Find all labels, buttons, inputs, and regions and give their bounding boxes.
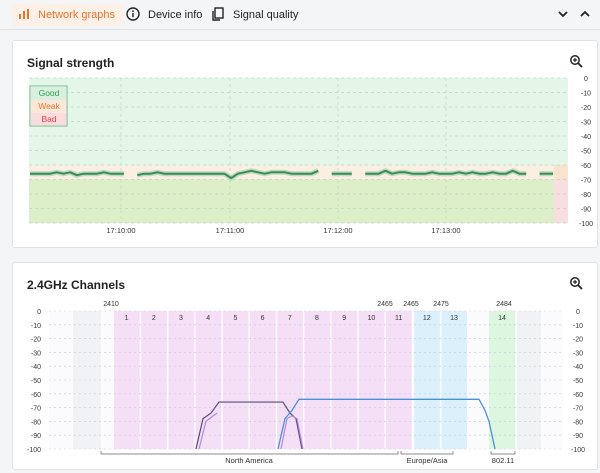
channel-label: 10 bbox=[368, 315, 376, 322]
channels-chart: 0 0 -10 -10 -20 -20 -30 -30 -40 -40 -50 -50 -60 -60 -7… bbox=[27, 301, 585, 465]
y-tick-label-right: -100 bbox=[571, 447, 585, 454]
x-tick-label: 17:10:00 bbox=[106, 226, 135, 235]
channel-label: 1 bbox=[125, 315, 129, 322]
y-tick-label-right: -60 bbox=[573, 392, 583, 399]
info-icon bbox=[126, 6, 140, 24]
europe-asia-column bbox=[414, 311, 440, 449]
channel-label: 5 bbox=[233, 315, 237, 322]
y-tick-label-left: -30 bbox=[31, 350, 41, 357]
y-tick-label: -80 bbox=[581, 192, 591, 199]
channel-label: 12 bbox=[423, 315, 431, 322]
y-tick-label: -70 bbox=[581, 178, 591, 185]
legend-good: Good bbox=[39, 88, 60, 98]
y-tick-label-right: -10 bbox=[573, 323, 583, 330]
bad-band-end bbox=[554, 179, 568, 223]
y-tick-label-left: -50 bbox=[31, 378, 41, 385]
tab-label: Signal quality bbox=[233, 9, 299, 21]
signal-strength-chart: 0 -10 -20 -30 -40 -50 -60 -70 -80 -90 -100 17:10:00… bbox=[29, 76, 593, 235]
frequency-label: 2465 bbox=[377, 301, 393, 308]
x-tick-label: 17:13:00 bbox=[431, 226, 460, 235]
channel-label: 8 bbox=[315, 315, 319, 322]
tab-device-info[interactable]: Device info bbox=[126, 4, 202, 26]
y-tick-label-right: -90 bbox=[573, 433, 583, 440]
y-tick-label: -20 bbox=[581, 105, 591, 112]
weak-band-end bbox=[554, 165, 568, 180]
region-bracket-europe-asia bbox=[400, 451, 454, 455]
y-tick-label: -50 bbox=[581, 149, 591, 156]
y-tick-label-right: -50 bbox=[573, 378, 583, 385]
y-tick-label-left: -80 bbox=[31, 419, 41, 426]
channel-label: 7 bbox=[288, 315, 292, 322]
legend-bad: Bad bbox=[41, 114, 56, 124]
channel-label: 6 bbox=[261, 315, 265, 322]
y-tick-label-right: -70 bbox=[573, 406, 583, 413]
region-bracket-802-11 bbox=[490, 451, 516, 455]
channel-14-column bbox=[489, 311, 515, 449]
tab-label: Device info bbox=[148, 9, 203, 21]
channel-label: 4 bbox=[206, 315, 210, 322]
y-tick-label-left: -40 bbox=[31, 364, 41, 371]
bar-chart-icon bbox=[18, 8, 30, 23]
region-label: North America bbox=[225, 456, 273, 465]
tab-network-graphs[interactable]: Network graphs bbox=[12, 4, 124, 26]
channels-card: 2.4GHz Channels 0 0 -10 -10 -20 -20 -30 -30 -40-… bbox=[12, 262, 598, 470]
chevron-down-icon[interactable] bbox=[556, 7, 570, 21]
y-tick-label: -60 bbox=[581, 163, 591, 170]
y-tick-label: 0 bbox=[584, 76, 588, 83]
y-tick-label: -30 bbox=[581, 120, 591, 127]
y-tick-label: -10 bbox=[581, 91, 591, 98]
channel-label: 9 bbox=[342, 315, 346, 322]
frequency-label: 2465 bbox=[403, 301, 419, 308]
document-icon bbox=[212, 6, 225, 24]
y-tick-label-right: -40 bbox=[573, 364, 583, 371]
north-america-column bbox=[304, 311, 331, 449]
x-tick-label: 17:11:00 bbox=[216, 226, 245, 235]
y-tick-label-left: -20 bbox=[31, 337, 41, 344]
x-tick-label: 17:12:00 bbox=[323, 226, 352, 235]
y-tick-label-left: -10 bbox=[31, 323, 41, 330]
y-tick-label-left: -90 bbox=[31, 433, 41, 440]
chevron-up-icon[interactable] bbox=[578, 7, 592, 21]
tab-signal-quality[interactable]: Signal quality bbox=[212, 4, 298, 26]
region-label: Europe/Asia bbox=[407, 456, 449, 465]
column-bg bbox=[73, 311, 101, 449]
channel-label: 2 bbox=[152, 315, 156, 322]
frequency-label: 2475 bbox=[433, 301, 449, 308]
channel-label: 3 bbox=[179, 315, 183, 322]
y-tick-label-right: -80 bbox=[573, 419, 583, 426]
y-tick-label: -100 bbox=[579, 221, 593, 228]
y-tick-label-left: -70 bbox=[31, 406, 41, 413]
y-tick-label-right: -30 bbox=[573, 350, 583, 357]
y-tick-label-left: -100 bbox=[27, 447, 41, 454]
tab-label: Network graphs bbox=[38, 9, 116, 21]
y-tick-label: -90 bbox=[581, 207, 591, 214]
region-bracket-north-america bbox=[100, 451, 399, 455]
region-label: 802.11 bbox=[492, 456, 514, 465]
bad-band bbox=[29, 179, 568, 223]
y-tick-label-left: -60 bbox=[31, 392, 41, 399]
signal-strength-card: Signal strength 0 -10 -20 -30 -40 -50 -60 -70 -8… bbox=[12, 40, 598, 248]
frequency-label: 2484 bbox=[496, 301, 512, 308]
y-tick-label-right: -20 bbox=[573, 337, 583, 344]
channel-label: 14 bbox=[498, 315, 506, 322]
channel-label: 13 bbox=[450, 315, 458, 322]
channel-label: 11 bbox=[395, 315, 402, 322]
north-america-column bbox=[250, 311, 276, 449]
frequency-label: 2410 bbox=[103, 301, 119, 308]
legend-weak: Weak bbox=[38, 101, 60, 111]
y-tick-label: -40 bbox=[581, 134, 591, 141]
y-tick-label-left: 0 bbox=[37, 309, 41, 316]
y-tick-label-right: 0 bbox=[576, 309, 580, 316]
tab-bar: Network graphs Device info Signal qualit… bbox=[0, 0, 600, 30]
